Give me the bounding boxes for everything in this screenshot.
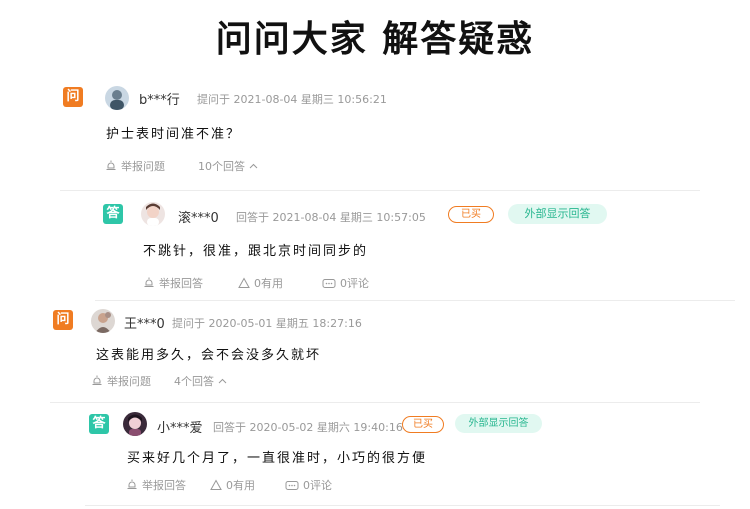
useful-count: 0有用	[226, 479, 255, 492]
external-answer-tag: 外部显示回答	[508, 204, 607, 224]
report-question-button[interactable]: 举报问题	[105, 158, 165, 174]
useful-count: 0有用	[254, 277, 283, 290]
external-answer-tag: 外部显示回答	[455, 414, 542, 433]
answer-count-label: 10个回答	[198, 160, 245, 173]
answer-text: 不跳针，很准，跟北京时间同步的	[143, 244, 369, 259]
alarm-bell-icon	[91, 375, 103, 387]
question-badge-icon: 问	[53, 310, 73, 330]
bought-tag: 已买	[448, 206, 494, 223]
comment-button[interactable]: 0评论	[322, 275, 369, 291]
alarm-bell-icon	[105, 160, 117, 172]
comment-count: 0评论	[303, 479, 332, 492]
divider	[60, 190, 700, 191]
answer-timestamp: 回答于 2021-08-04 星期三 10:57:05	[236, 211, 426, 224]
chevron-up-icon	[249, 163, 258, 169]
answer-username[interactable]: 小***爱	[157, 417, 203, 436]
alarm-bell-icon	[143, 277, 155, 289]
avatar[interactable]	[91, 309, 115, 333]
answer-text: 买来好几个月了，一直很准时，小巧的很方便	[127, 451, 428, 466]
report-answer-label: 举报回答	[159, 277, 203, 290]
avatar[interactable]	[105, 86, 129, 110]
question-username[interactable]: 王***0	[124, 313, 165, 332]
report-answer-button[interactable]: 举报回答	[126, 477, 186, 493]
chevron-up-icon	[218, 378, 227, 384]
bought-tag: 已买	[402, 416, 444, 433]
answer-count-toggle[interactable]: 10个回答	[198, 158, 258, 174]
question-timestamp: 提问于 2020-05-01 星期五 18:27:16	[172, 317, 362, 330]
thumbs-up-icon	[210, 479, 222, 491]
divider	[50, 402, 700, 403]
avatar[interactable]	[141, 202, 165, 226]
question-username[interactable]: b***行	[139, 89, 180, 108]
divider	[95, 300, 735, 301]
report-question-label: 举报问题	[107, 375, 151, 388]
answer-username[interactable]: 滚***0	[178, 207, 219, 226]
divider	[85, 505, 720, 506]
useful-button[interactable]: 0有用	[210, 477, 255, 493]
answer-badge-icon: 答	[103, 204, 123, 224]
useful-button[interactable]: 0有用	[238, 275, 283, 291]
page-title: 问问大家 解答疑惑	[215, 19, 535, 60]
comment-button[interactable]: 0评论	[285, 477, 332, 493]
comment-icon	[285, 480, 299, 491]
question-text: 这表能用多久，会不会没多久就坏	[96, 348, 322, 363]
thumbs-up-icon	[238, 277, 250, 289]
answer-count-label: 4个回答	[174, 375, 214, 388]
report-question-button[interactable]: 举报问题	[91, 373, 151, 389]
alarm-bell-icon	[126, 479, 138, 491]
report-question-label: 举报问题	[121, 160, 165, 173]
question-timestamp: 提问于 2021-08-04 星期三 10:56:21	[197, 93, 387, 106]
report-answer-label: 举报回答	[142, 479, 186, 492]
report-answer-button[interactable]: 举报回答	[143, 275, 203, 291]
question-text: 护士表时间准不准？	[106, 127, 242, 142]
answer-timestamp: 回答于 2020-05-02 星期六 19:40:16	[213, 421, 403, 434]
comment-count: 0评论	[340, 277, 369, 290]
question-badge-icon: 问	[63, 87, 83, 107]
comment-icon	[322, 278, 336, 289]
avatar[interactable]	[123, 412, 147, 436]
answer-badge-icon: 答	[89, 414, 109, 434]
answer-count-toggle[interactable]: 4个回答	[174, 373, 227, 389]
